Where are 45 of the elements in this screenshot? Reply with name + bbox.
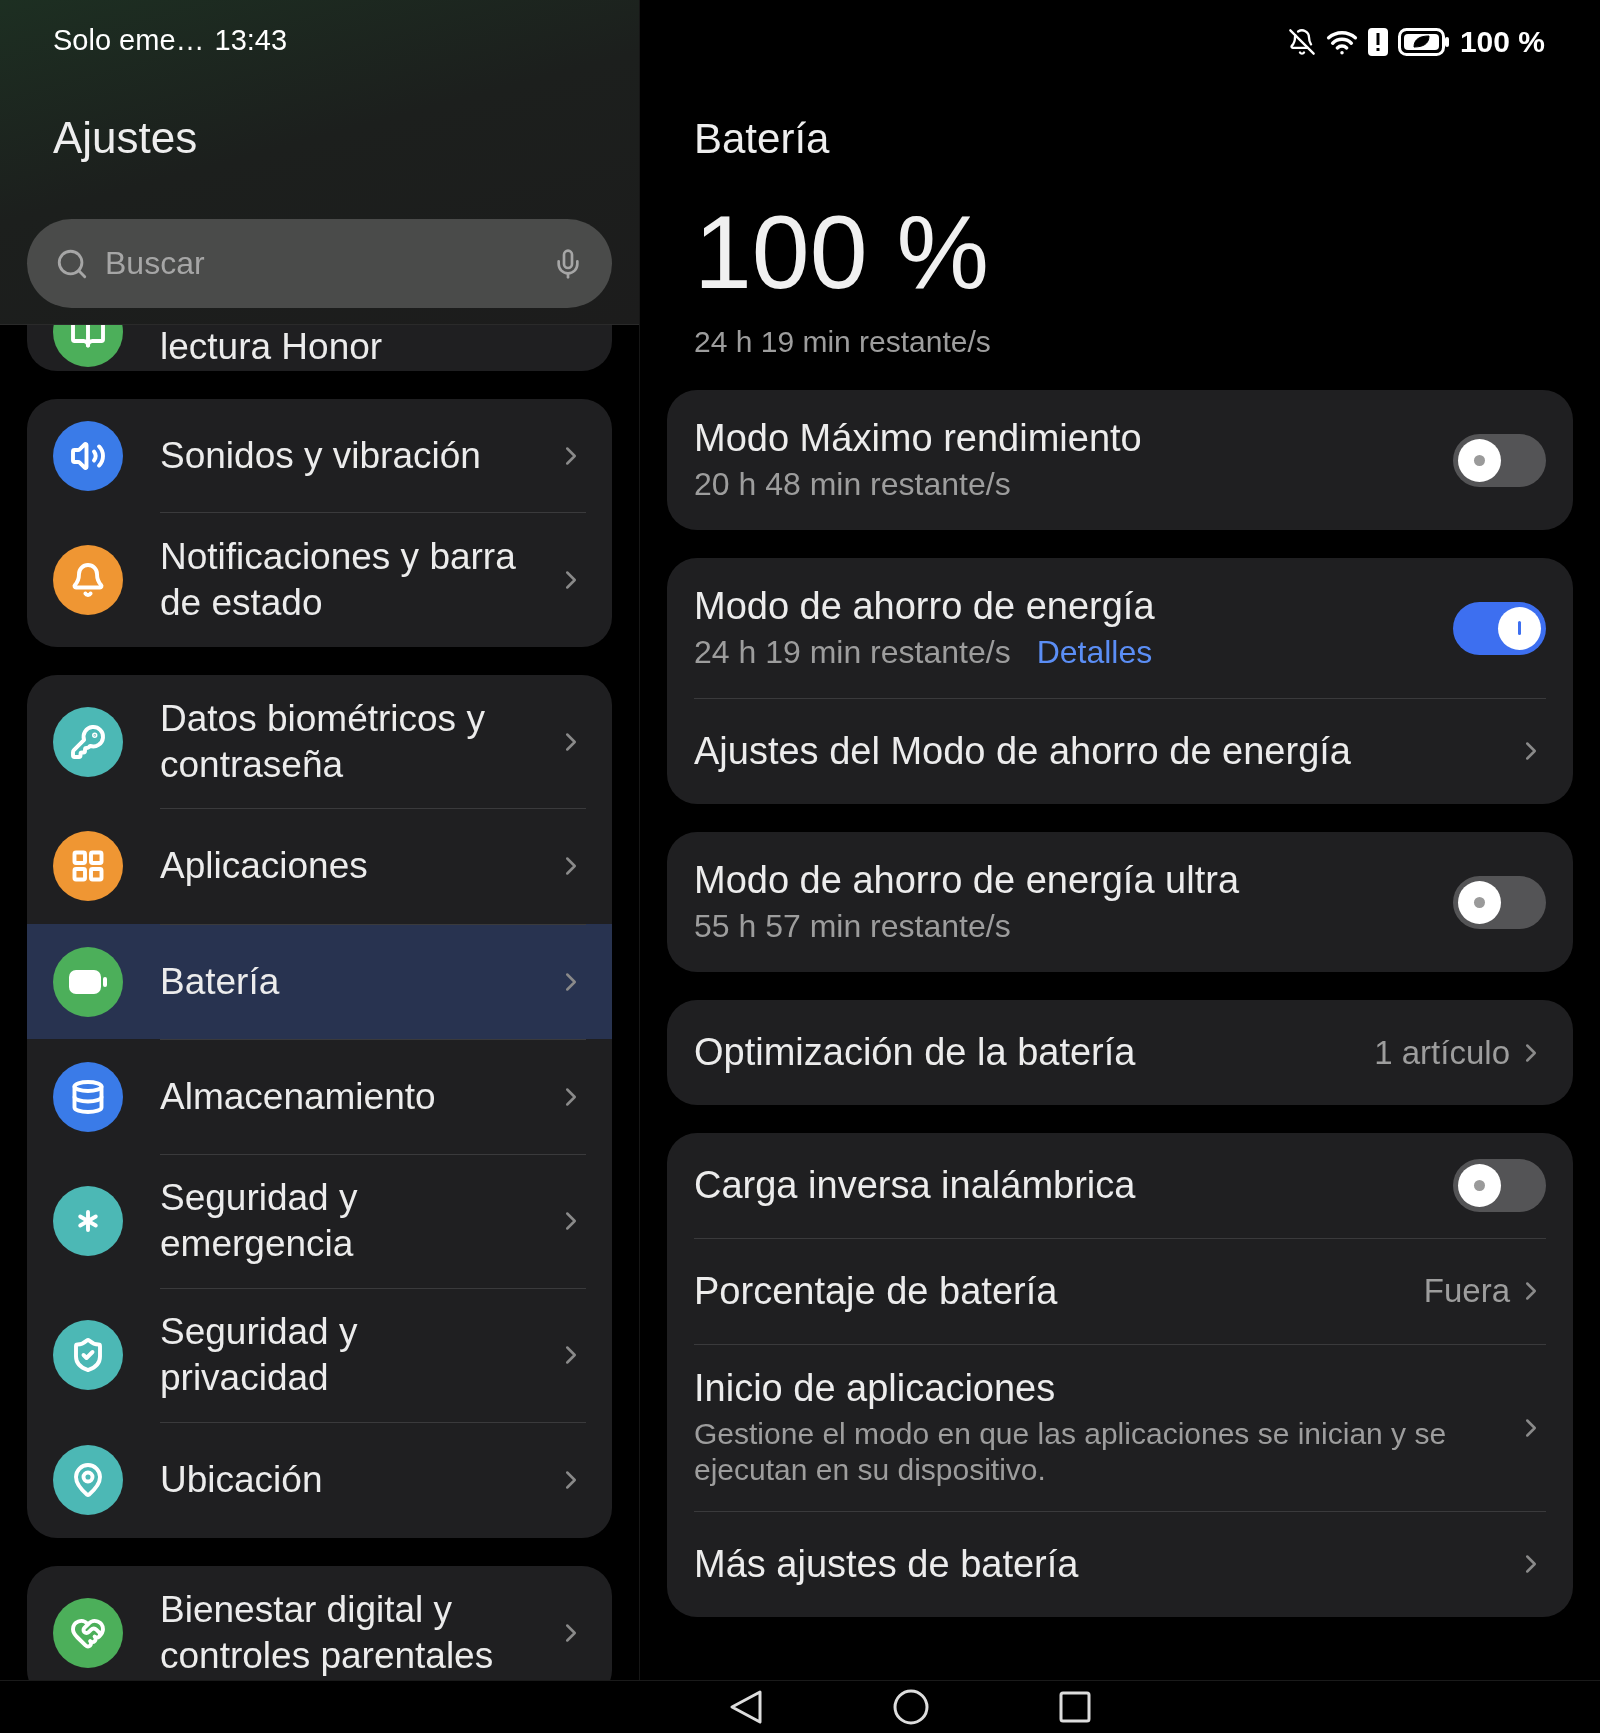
menu-item[interactable]: Almacenamiento <box>27 1039 612 1154</box>
remaining-time: 24 h 19 min restante/s <box>693 324 992 360</box>
setting-title: Modo de ahorro de energía ultra <box>694 859 1241 902</box>
search-bar[interactable]: Buscar <box>27 219 612 308</box>
alert-icon <box>1367 28 1388 56</box>
remaining-time: 24 h 19 min restante/s <box>694 634 1011 671</box>
setting-value: 1 artículo <box>1374 1033 1510 1072</box>
toggle-switch[interactable] <box>1453 433 1546 487</box>
toggle-switch[interactable] <box>1453 601 1546 655</box>
battery-percentage: 100 % <box>1459 25 1545 59</box>
menu-item[interactable]: Ubicación <box>27 1422 612 1538</box>
clock-text: 13:43 <box>214 23 288 57</box>
settings-title: Ajustes <box>52 112 199 164</box>
menu-item[interactable]: Batería <box>27 924 612 1039</box>
battery-icon <box>1397 28 1450 56</box>
setting-title: Modo de ahorro de energía <box>694 585 1156 628</box>
bell-off-icon <box>1287 28 1316 56</box>
setting-title[interactable]: Porcentaje de batería <box>694 1269 1404 1313</box>
setting-title: Modo Máximo rendimiento <box>694 417 1143 460</box>
setting-value: Fuera <box>1423 1272 1510 1310</box>
menu-item[interactable]: Notificaciones y barra de estado <box>27 512 612 647</box>
toggle-switch[interactable] <box>1453 875 1546 929</box>
menu-item[interactable]: Datos biométricos y contraseña <box>27 675 612 808</box>
setting-title: Carga inversa inalámbrica <box>694 1164 1137 1207</box>
setting-title[interactable]: Ajustes del Modo de ahorro de energía <box>694 729 1510 773</box>
menu-item[interactable]: lectura Honor <box>27 325 612 371</box>
toggle-switch[interactable] <box>1453 1159 1546 1212</box>
setting-description: Gestione el modo en que las aplicaciones se inician y se ejecutan en su dispositivo. <box>694 1416 1448 1488</box>
page-title: Batería <box>693 114 831 164</box>
remaining-time: 55 h 57 min restante/s <box>694 908 1011 945</box>
menu-item[interactable]: Aplicaciones <box>27 808 612 924</box>
remaining-time: 20 h 48 min restante/s <box>694 466 1011 503</box>
setting-title[interactable]: Más ajustes de batería <box>694 1542 1510 1586</box>
setting-title[interactable]: Inicio de aplicaciones <box>694 1367 1510 1410</box>
recents-icon[interactable] <box>1059 1691 1091 1723</box>
details-link[interactable]: Detalles <box>1036 634 1153 671</box>
setting-title[interactable]: Optimización de la batería <box>694 1031 1355 1074</box>
carrier-text: Solo eme… <box>53 23 205 57</box>
menu-item[interactable]: Seguridad y privacidad <box>27 1288 612 1422</box>
home-icon[interactable] <box>893 1689 929 1725</box>
back-icon[interactable] <box>729 1689 763 1725</box>
menu-item[interactable]: Seguridad y emergencia <box>27 1154 612 1288</box>
menu-item[interactable]: Sonidos y vibración <box>27 399 612 512</box>
battery-level-text: 100 % <box>693 192 990 312</box>
search-field[interactable]: Buscar <box>103 244 538 283</box>
